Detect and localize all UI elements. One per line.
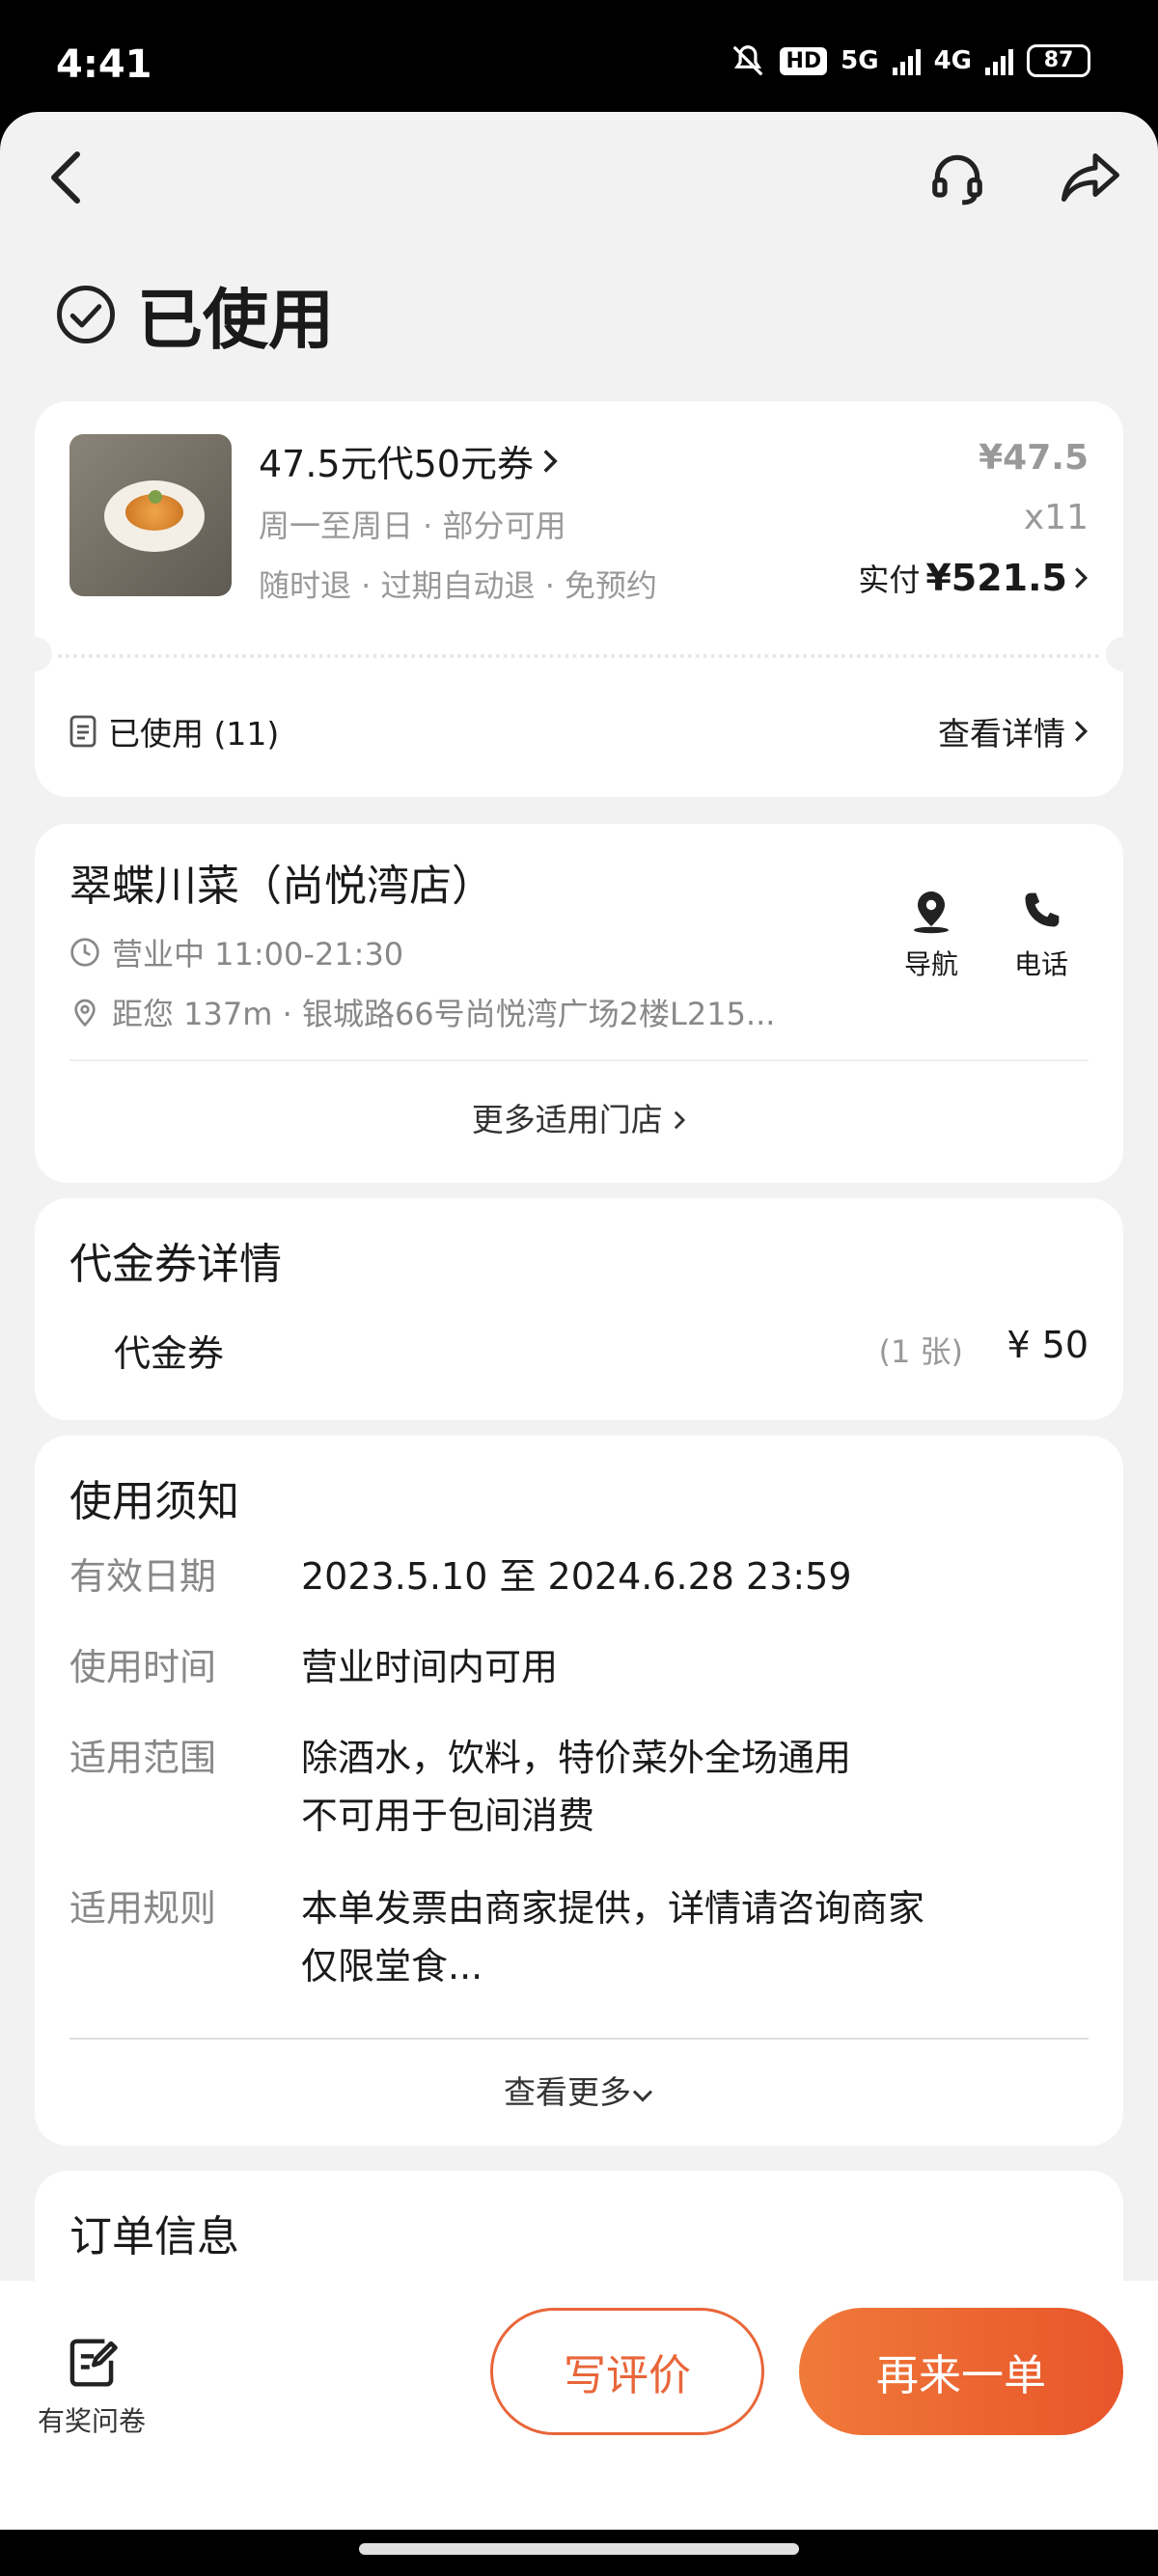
product-card: 47.5元代50元券 周一至周日 · 部分可用 随时退 · 过期自动退 · 免预… [17, 401, 1141, 797]
view-detail-link[interactable]: 查看详情 [938, 708, 1089, 754]
status-bar: 4:41 HD 5G 4G 87 [0, 0, 1158, 112]
navigation-pin-icon [914, 891, 949, 934]
home-indicator[interactable] [359, 2543, 799, 2555]
view-more-label: 查看更多 [504, 2073, 631, 2111]
signal-icon-2 [985, 46, 1013, 75]
reorder-button[interactable]: 再来一单 [799, 2308, 1123, 2435]
used-count: 已使用 (11) [69, 708, 279, 754]
mute-bell-icon [733, 45, 763, 76]
status-text: 已使用 [137, 283, 335, 359]
notice-key: 适用范围 [69, 1737, 217, 1779]
status-icons: HD 5G 4G 87 [730, 42, 1090, 79]
voucher-heading: 代金券详情 [69, 1240, 282, 1289]
store-name[interactable]: 翠蝶川菜（尚悦湾店） [69, 851, 494, 913]
back-button[interactable] [31, 143, 100, 212]
notice-row-validity: 有效日期 2023.5.10 至 2024.6.28 23:59 [69, 1548, 1089, 1605]
navigate-label: 导航 [903, 948, 958, 980]
customer-service-button[interactable] [923, 143, 992, 212]
store-hours-text: 营业中 11:00-21:30 [112, 936, 404, 973]
survey-label: 有奖问卷 [37, 2405, 146, 2437]
dotted-divider [58, 654, 1100, 658]
write-review-button[interactable]: 写评价 [490, 2308, 764, 2435]
call-label: 电话 [1013, 948, 1068, 980]
chevron-right-icon [675, 1110, 686, 1130]
chevron-down-icon [632, 2090, 653, 2102]
edit-form-icon [69, 2339, 118, 2387]
divider [69, 2038, 1089, 2040]
voucher-amount: ¥ 50 [1006, 1324, 1089, 1366]
notice-value: 仅限堂食... [301, 1945, 483, 1987]
battery-icon: 87 [1027, 44, 1090, 77]
store-address: 距您 137m · 银城路66号尚悦湾广场2楼L215... [69, 990, 775, 1034]
ticket-notch-right [1106, 637, 1141, 671]
location-pin-icon [74, 999, 96, 1028]
more-stores-label: 更多适用门店 [471, 1101, 663, 1138]
system-nav-bar [0, 2530, 1158, 2576]
chevron-right-icon [1075, 567, 1089, 589]
notice-heading: 使用须知 [69, 1477, 239, 1526]
divider [69, 1059, 1089, 1061]
quantity: x11 [1023, 498, 1089, 537]
call-button[interactable]: 电话 [988, 888, 1094, 982]
voucher-item-name: 代金券 [114, 1332, 225, 1375]
unit-price: ¥47.5 [979, 438, 1089, 478]
check-circle-icon [57, 285, 115, 343]
product-title-link[interactable]: 47.5元代50元券 [259, 434, 559, 487]
chevron-right-icon [543, 449, 558, 473]
share-icon [1062, 153, 1119, 202]
network-5g: 5G [841, 46, 879, 75]
voucher-card: 代金券详情 代金券 (1 张) ¥ 50 [35, 1198, 1123, 1420]
notice-key: 适用规则 [69, 1887, 217, 1930]
used-label: 已使用 (11) [108, 715, 280, 753]
phone-icon [1025, 892, 1060, 927]
paid-label: 实付 [858, 562, 921, 598]
store-card: 翠蝶川菜（尚悦湾店） 营业中 11:00-21:30 距您 137m · 银城路… [35, 824, 1123, 1183]
top-nav [0, 112, 1158, 247]
network-4g: 4G [933, 46, 972, 75]
notice-value: 本单发票由商家提供，详情请咨询商家 [301, 1887, 925, 1930]
share-button[interactable] [1056, 143, 1125, 212]
store-address-text: 距您 137m · 银城路66号尚悦湾广场2楼L215... [112, 996, 776, 1032]
paid-amount-link[interactable]: 实付 ¥521.5 [858, 556, 1089, 600]
back-arrow-icon [51, 151, 80, 204]
navigate-button[interactable]: 导航 [878, 888, 984, 982]
more-stores-link[interactable]: 更多适用门店 [35, 1094, 1123, 1140]
view-more-button[interactable]: 查看更多 [35, 2067, 1123, 2113]
product-availability: 周一至周日 · 部分可用 [259, 507, 566, 544]
signal-icon [892, 46, 921, 75]
order-detail-screen: 已使用 47.5元代50元券 周一至周日 · 部分可用 随时退 · 过期自动退 … [0, 112, 1158, 2576]
notice-value: 2023.5.10 至 2024.6.28 23:59 [301, 1555, 852, 1598]
product-policy: 随时退 · 过期自动退 · 免预约 [259, 567, 658, 604]
notice-value: 除酒水，饮料，特价菜外全场通用 [301, 1737, 852, 1779]
product-title: 47.5元代50元券 [259, 443, 534, 485]
headset-icon [932, 154, 982, 206]
order-status: 已使用 [54, 266, 334, 362]
clock-icon [70, 938, 99, 967]
notice-key: 有效日期 [69, 1555, 217, 1598]
notice-value: 不可用于包间消费 [301, 1795, 595, 1837]
survey-button[interactable]: 有奖问卷 [29, 2335, 154, 2439]
product-image[interactable] [69, 434, 232, 596]
voucher-count: (1 张) [878, 1333, 963, 1370]
notice-key: 使用时间 [69, 1646, 217, 1688]
clock: 4:41 [56, 42, 152, 87]
document-icon [69, 715, 96, 748]
ticket-notch-left [17, 637, 52, 671]
hd-badge: HD [780, 46, 828, 75]
usage-notice-card: 使用须知 有效日期 2023.5.10 至 2024.6.28 23:59 使用… [35, 1436, 1123, 2146]
notice-value: 营业时间内可用 [301, 1646, 559, 1688]
paid-amount: ¥521.5 [925, 557, 1067, 599]
notice-row-rules: 适用规则 本单发票由商家提供，详情请咨询商家 仅限堂食... [69, 1879, 1089, 1995]
store-hours: 营业中 11:00-21:30 [69, 930, 403, 974]
chevron-right-icon [1075, 721, 1089, 742]
order-info-heading: 订单信息 [69, 2212, 239, 2261]
notice-row-time: 使用时间 营业时间内可用 [69, 1638, 1089, 1696]
view-detail-label: 查看详情 [938, 715, 1065, 753]
notice-row-scope: 适用范围 除酒水，饮料，特价菜外全场通用 不可用于包间消费 [69, 1729, 1089, 1845]
